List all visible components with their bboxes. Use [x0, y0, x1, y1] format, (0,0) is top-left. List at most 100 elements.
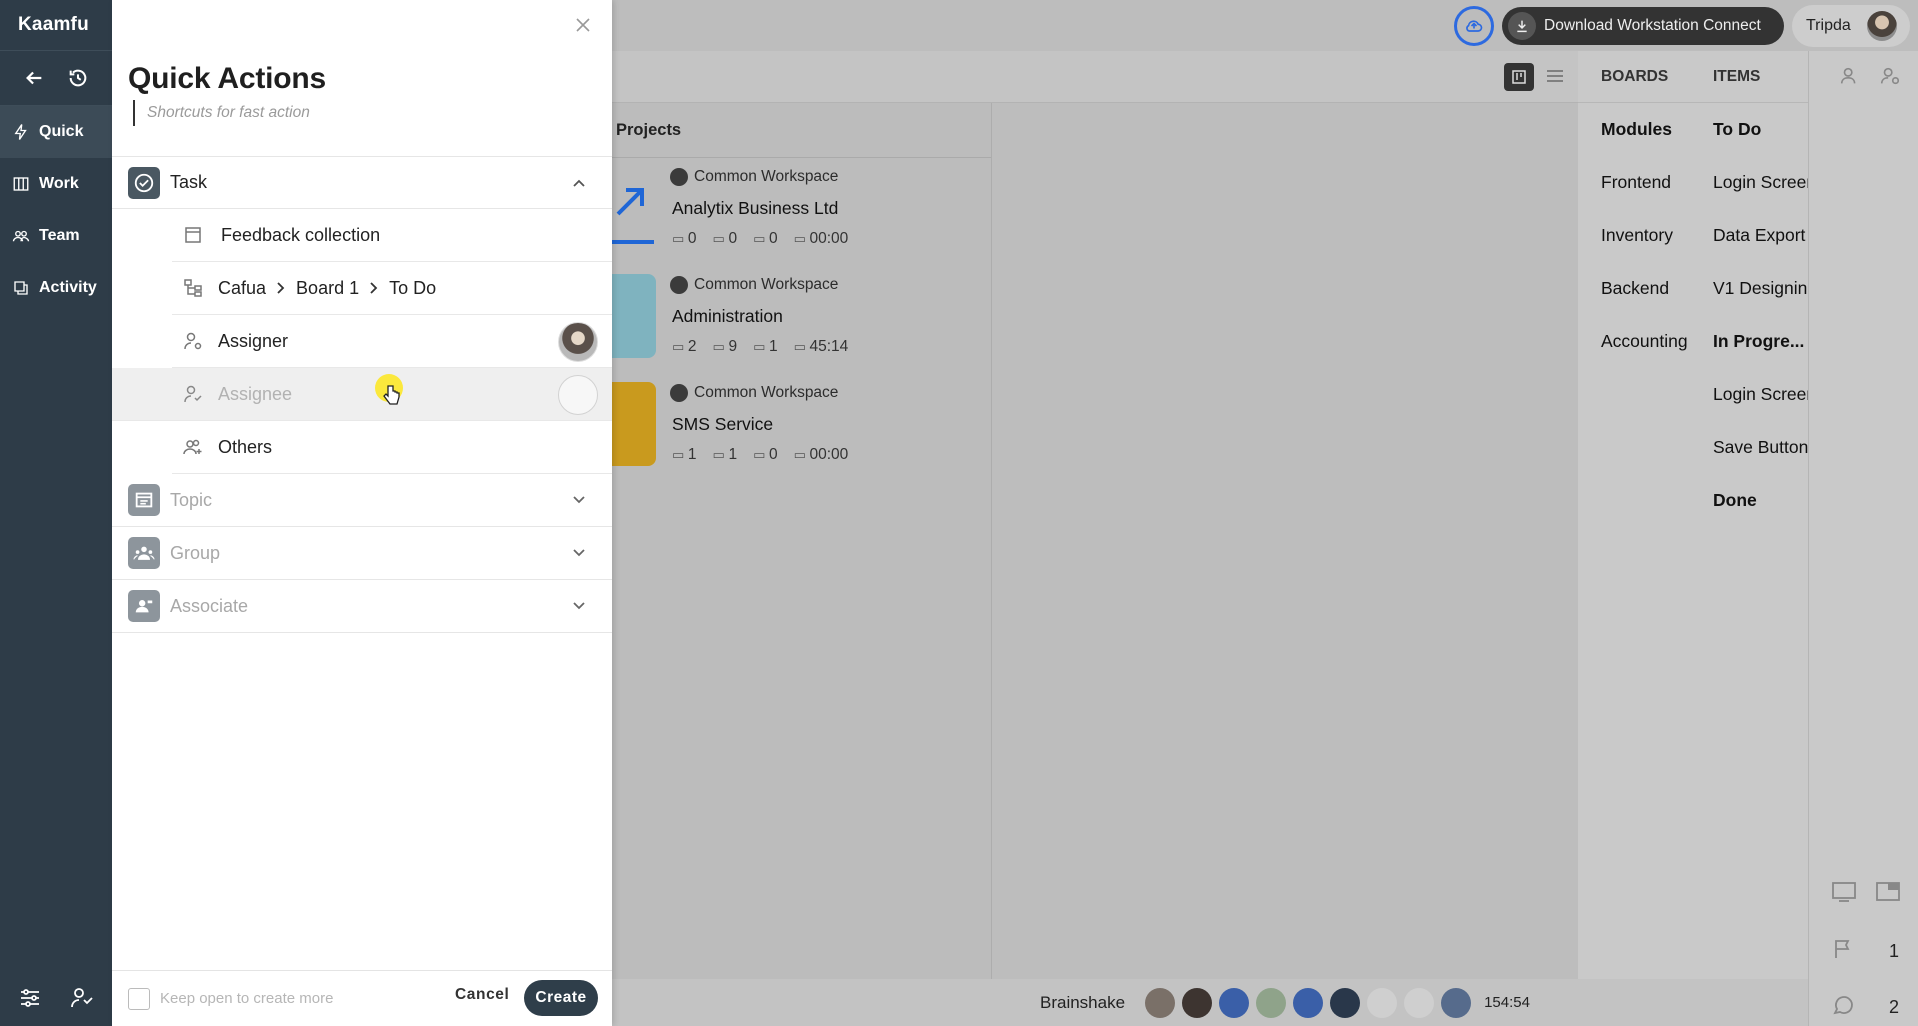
avatar[interactable]	[1441, 987, 1472, 1018]
keep-open-checkbox[interactable]	[128, 987, 150, 1010]
back-arrow-icon[interactable]	[23, 67, 45, 89]
section-topic[interactable]: Topic	[112, 474, 612, 527]
projects-column: Projects Common Workspace Analytix Busin…	[612, 103, 992, 979]
breadcrumb-item[interactable]: Cafua	[218, 278, 266, 299]
avatar[interactable]	[1145, 987, 1176, 1018]
person-settings-icon[interactable]	[1879, 65, 1901, 87]
sidebar-item-work[interactable]: Work	[0, 158, 112, 210]
others-field[interactable]: Others	[172, 421, 612, 474]
list-item: Done	[1713, 490, 1757, 510]
download-workstation-button[interactable]: Download Workstation Connect	[1502, 7, 1784, 45]
boards-items-panel: BOARDS ITEMS Modules Frontend Inventory …	[1578, 51, 1808, 1026]
project-stats: 11000:00	[672, 446, 848, 464]
sidebar-item-label: Quick	[39, 123, 84, 140]
task-title-field[interactable]: Feedback collection	[172, 209, 612, 262]
list-item[interactable]: Data Export	[1713, 209, 1808, 262]
list-item[interactable]: Frontend	[1601, 156, 1693, 209]
panel-tabs: BOARDS ITEMS	[1578, 51, 1808, 103]
user-menu[interactable]: Tripda	[1792, 5, 1910, 47]
avatar[interactable]	[1404, 987, 1435, 1018]
project-card[interactable]: Common Workspace Analytix Business Ltd 0…	[612, 158, 992, 256]
close-icon[interactable]	[570, 12, 596, 38]
task-location-path[interactable]: Cafua Board 1 To Do	[172, 262, 612, 315]
workspace-icon	[670, 276, 688, 294]
page-title: Quick Actions	[128, 62, 326, 95]
user-name: Tripda	[1806, 17, 1851, 34]
screen-icon[interactable]	[1831, 881, 1857, 903]
items-list: To Do Login Screen Data Export V1 Design…	[1713, 103, 1808, 527]
person-check-icon	[182, 383, 204, 405]
project-thumbnail	[612, 166, 656, 250]
sidebar-item-activity[interactable]: Activity	[0, 262, 112, 314]
cancel-button[interactable]: Cancel	[455, 986, 509, 1004]
section-label: Associate	[170, 595, 249, 616]
user-avatar	[1866, 11, 1897, 41]
assignee-field[interactable]: Assignee	[112, 368, 612, 421]
avatar[interactable]	[1367, 987, 1398, 1018]
section-group[interactable]: Group	[112, 527, 612, 580]
avatar[interactable]	[1256, 987, 1287, 1018]
breadcrumb-item[interactable]: To Do	[389, 278, 436, 299]
hierarchy-icon	[182, 277, 204, 299]
list-item[interactable]: Modules	[1601, 103, 1693, 156]
hand-cursor-icon	[382, 384, 400, 406]
bottom-status-bar: Brainshake 154:54	[612, 979, 1808, 1026]
list-item[interactable]: Login Screen	[1713, 156, 1808, 209]
chevron-down-icon[interactable]	[570, 597, 588, 615]
tab-items[interactable]: ITEMS	[1690, 68, 1802, 86]
avatar[interactable]	[1182, 987, 1213, 1018]
download-icon	[1508, 12, 1536, 40]
chevron-right-icon	[276, 281, 286, 295]
board-view-icon[interactable]	[1504, 63, 1534, 91]
chevron-down-icon[interactable]	[570, 491, 588, 509]
project-name: Analytix Business Ltd	[672, 198, 839, 218]
project-workspace: Common Workspace	[670, 384, 838, 402]
list-item[interactable]: Inventory	[1601, 209, 1693, 262]
list-item[interactable]: V1 Designing	[1713, 262, 1808, 315]
sidebar-item-team[interactable]: Team	[0, 210, 112, 262]
person-add-icon[interactable]	[1839, 65, 1861, 87]
avatar[interactable]	[1330, 987, 1361, 1018]
user-timer-icon[interactable]	[70, 986, 94, 1010]
section-label: Topic	[170, 489, 213, 510]
flag-icon[interactable]	[1831, 937, 1855, 961]
breadcrumb-item[interactable]: Board 1	[296, 278, 359, 299]
list-item[interactable]: Backend	[1601, 262, 1693, 315]
project-stats: 00000:00	[672, 230, 848, 248]
document-icon	[182, 224, 204, 246]
avatar[interactable]	[1219, 987, 1250, 1018]
app-logo[interactable]: Kaamfu	[0, 0, 112, 51]
window-icon[interactable]	[1875, 881, 1901, 903]
history-icon[interactable]	[67, 67, 89, 89]
assigner-avatar[interactable]	[558, 322, 598, 362]
quick-actions-drawer: Quick Actions Shortcuts for fast action …	[112, 0, 612, 1026]
project-card[interactable]: Common Workspace SMS Service 11000:00	[612, 374, 992, 472]
tab-boards[interactable]: BOARDS	[1578, 68, 1690, 86]
list-view-icon[interactable]	[1544, 65, 1566, 87]
right-rail: 1 2	[1808, 51, 1918, 1026]
project-card[interactable]: Common Workspace Administration 29145:14	[612, 266, 992, 364]
sidebar-item-quick[interactable]: Quick	[0, 106, 112, 158]
avatar[interactable]	[1293, 987, 1324, 1018]
create-button[interactable]: Create	[524, 980, 598, 1016]
chevron-down-icon[interactable]	[570, 544, 588, 562]
sliders-icon[interactable]	[18, 986, 42, 1010]
chat-count: 2	[1889, 997, 1900, 1017]
assignee-avatar-placeholder[interactable]	[558, 375, 598, 415]
download-label: Download Workstation Connect	[1544, 17, 1761, 34]
assigner-field[interactable]: Assigner	[172, 315, 612, 368]
sidebar-nav-controls	[0, 51, 112, 106]
project-stats: 29145:14	[672, 338, 848, 356]
chat-icon[interactable]	[1831, 993, 1855, 1017]
session-timer: 154:54	[1484, 994, 1530, 1011]
section-associate[interactable]: Associate	[112, 580, 612, 633]
sidebar-item-label: Team	[39, 227, 80, 244]
list-item[interactable]: Accounting	[1601, 315, 1693, 368]
cloud-sync-button[interactable]	[1454, 6, 1494, 46]
list-item[interactable]: Save Button	[1713, 421, 1808, 474]
chevron-up-icon[interactable]	[570, 174, 588, 192]
section-label: Group	[170, 542, 221, 563]
list-item[interactable]: Login Screen	[1713, 368, 1808, 421]
section-task[interactable]: Task	[112, 156, 612, 209]
keep-open-label: Keep open to create more	[160, 990, 334, 1007]
